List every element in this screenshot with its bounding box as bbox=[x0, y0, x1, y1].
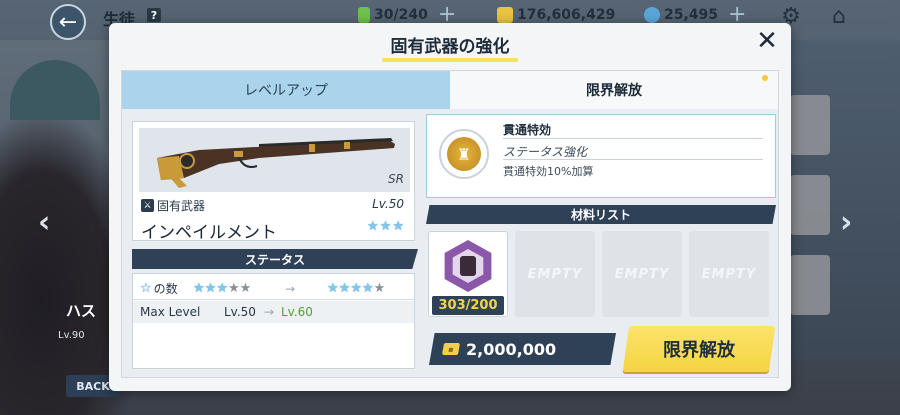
status-table: ☆ の数 ★ ★ ★ ★ ★ → ★ ★ ★ ★ ★ Max Level Lv.50 → Lv.… bbox=[132, 273, 415, 369]
prev-arrow-icon[interactable]: ‹ bbox=[38, 205, 50, 240]
star-filled-icon: ★ bbox=[392, 219, 404, 234]
weapon-image bbox=[139, 128, 410, 192]
weapon-type-label: 固有武器 bbox=[157, 199, 206, 213]
title-underline bbox=[382, 58, 518, 62]
effect-card: ♜ 貫通特効 ステータス強化 貫通特効10%加算 bbox=[426, 114, 776, 198]
effect-name: 貫通特効 bbox=[503, 123, 552, 137]
credits-value: 176,606,429 bbox=[517, 7, 616, 23]
star-filled-icon: ★ bbox=[338, 281, 351, 296]
effect-description: 貫通特効10%加算 bbox=[503, 165, 594, 178]
max-level-label: Max Level bbox=[140, 305, 201, 319]
gems-resource: 25,495 + bbox=[644, 4, 746, 26]
limit-break-button[interactable]: 限界解放 bbox=[622, 326, 776, 372]
weapon-name: インペイルメント bbox=[141, 223, 277, 243]
star-count-from: ★ ★ ★ ★ ★ bbox=[193, 282, 251, 295]
weapon-type: ⚔ 固有武器 bbox=[141, 197, 205, 214]
max-level-to: Lv.60 bbox=[281, 305, 313, 319]
cost-display: ▪ 2,000,000 bbox=[429, 333, 616, 365]
star-filled-icon: ★ bbox=[379, 219, 392, 234]
tab-level-up[interactable]: レベルアップ bbox=[122, 71, 450, 109]
notification-dot bbox=[762, 75, 768, 81]
limit-break-button-label: 限界解放 bbox=[663, 340, 735, 361]
star-icon: ☆ bbox=[140, 281, 152, 296]
student-level-value: Lv.90 bbox=[58, 330, 85, 341]
max-level-row: Max Level Lv.50 → Lv.60 bbox=[133, 301, 414, 323]
home-icon[interactable]: ⌂ bbox=[826, 4, 852, 30]
tab-limit-break[interactable]: 限界解放 bbox=[450, 71, 778, 109]
material-count: 303/200 bbox=[432, 296, 504, 315]
arrow-left-icon: ← bbox=[58, 9, 78, 35]
star-empty-icon: ★ bbox=[239, 281, 252, 296]
gems-plus-icon[interactable]: + bbox=[728, 4, 746, 26]
material-slot-empty: EMPTY bbox=[515, 231, 595, 317]
star-filled-icon: ★ bbox=[327, 281, 339, 296]
credit-icon bbox=[497, 7, 513, 23]
ap-icon bbox=[358, 7, 370, 23]
weapon-level: Lv.50 bbox=[372, 197, 404, 211]
material-item-icon bbox=[444, 240, 492, 292]
back-button[interactable]: ← bbox=[50, 4, 86, 40]
close-icon[interactable]: ✕ bbox=[754, 28, 780, 55]
gem-icon bbox=[644, 7, 660, 23]
star-filled-icon: ★ bbox=[361, 281, 374, 296]
effect-subtitle: ステータス強化 bbox=[503, 145, 588, 159]
star-filled-icon: ★ bbox=[367, 219, 379, 234]
star-filled-icon: ★ bbox=[193, 281, 205, 296]
sword-icon: ⚔ bbox=[141, 199, 154, 212]
penetration-icon: ♜ bbox=[447, 137, 481, 171]
star-count-label: ☆ の数 bbox=[140, 280, 178, 297]
upgrade-panel: レベルアップ 限界解放 SR ⚔ 固有武器 Lv.50 インペイルメント ★ ★… bbox=[121, 70, 779, 378]
rifle-icon bbox=[157, 138, 395, 188]
arrow-right-icon: → bbox=[285, 281, 296, 296]
help-icon[interactable]: ? bbox=[147, 8, 161, 22]
material-slot-empty: EMPTY bbox=[689, 231, 769, 317]
ap-resource: 30/240 + bbox=[358, 4, 456, 26]
status-header: ステータス bbox=[132, 249, 418, 269]
divider bbox=[503, 138, 763, 139]
weapon-card: SR ⚔ 固有武器 Lv.50 インペイルメント ★ ★ ★ bbox=[132, 121, 415, 243]
star-count-to: ★ ★ ★ ★ ★ bbox=[327, 282, 385, 295]
student-name-fragment: ハス bbox=[66, 302, 97, 320]
star-count-row: ☆ の数 ★ ★ ★ ★ ★ → ★ ★ ★ ★ ★ bbox=[133, 278, 414, 300]
gems-value: 25,495 bbox=[664, 7, 719, 23]
ap-plus-icon[interactable]: + bbox=[438, 4, 456, 26]
material-slot-empty: EMPTY bbox=[602, 231, 682, 317]
cost-value: 2,000,000 bbox=[466, 339, 557, 359]
ap-value: 30/240 bbox=[374, 7, 428, 23]
weapon-star-rating: ★ ★ ★ bbox=[367, 220, 404, 233]
credits-resource: 176,606,429 bbox=[497, 7, 615, 23]
rarity-label: SR bbox=[388, 172, 404, 186]
next-arrow-icon[interactable]: › bbox=[840, 205, 852, 240]
student-level-tag: Lv.90 bbox=[58, 330, 85, 341]
weapon-upgrade-modal: 固有武器の強化 ✕ レベルアップ 限界解放 SR ⚔ 固有武器 Lv.50 イン… bbox=[109, 23, 791, 391]
materials-header: 材料リスト bbox=[426, 205, 776, 224]
star-count-text: の数 bbox=[153, 282, 178, 296]
modal-title: 固有武器の強化 bbox=[390, 37, 510, 57]
star-empty-icon: ★ bbox=[373, 281, 386, 296]
star-filled-icon: ★ bbox=[350, 281, 362, 296]
material-slot[interactable]: 303/200 bbox=[428, 231, 508, 317]
star-filled-icon: ★ bbox=[216, 281, 228, 296]
star-filled-icon: ★ bbox=[204, 281, 217, 296]
effect-emblem: ♜ bbox=[439, 129, 489, 179]
star-empty-icon: ★ bbox=[227, 281, 240, 296]
credit-icon: ▪ bbox=[441, 343, 461, 355]
divider bbox=[503, 159, 763, 160]
max-level-from: Lv.50 bbox=[224, 305, 256, 319]
arrow-right-icon: → bbox=[264, 305, 275, 319]
tab-limit-break-label: 限界解放 bbox=[586, 83, 642, 99]
